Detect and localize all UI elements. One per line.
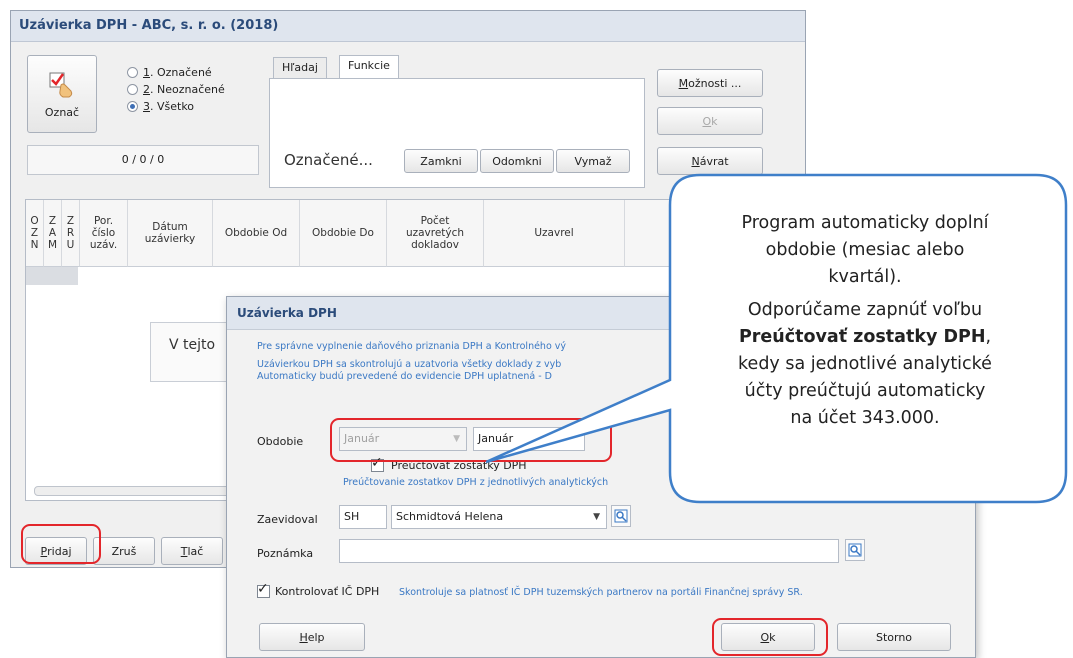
- callout-bold: Preúčtovať zostatky DPH: [738, 327, 986, 347]
- callout-line: obdobie (mesiac alebo: [765, 240, 965, 260]
- callout-line: kvartál).: [828, 267, 902, 287]
- callout-line: na účet 343.000.: [790, 408, 940, 428]
- callout-line: Program automaticky doplní: [741, 213, 989, 233]
- callout-text: Program automaticky doplní obdobie (mesi…: [690, 210, 1040, 432]
- callout-line: účty preúčtujú automaticky: [744, 381, 986, 401]
- callout-line: Odporúčame zapnúť voľbu: [747, 300, 983, 320]
- callout-line: kedy sa jednotlivé analytické: [738, 354, 992, 374]
